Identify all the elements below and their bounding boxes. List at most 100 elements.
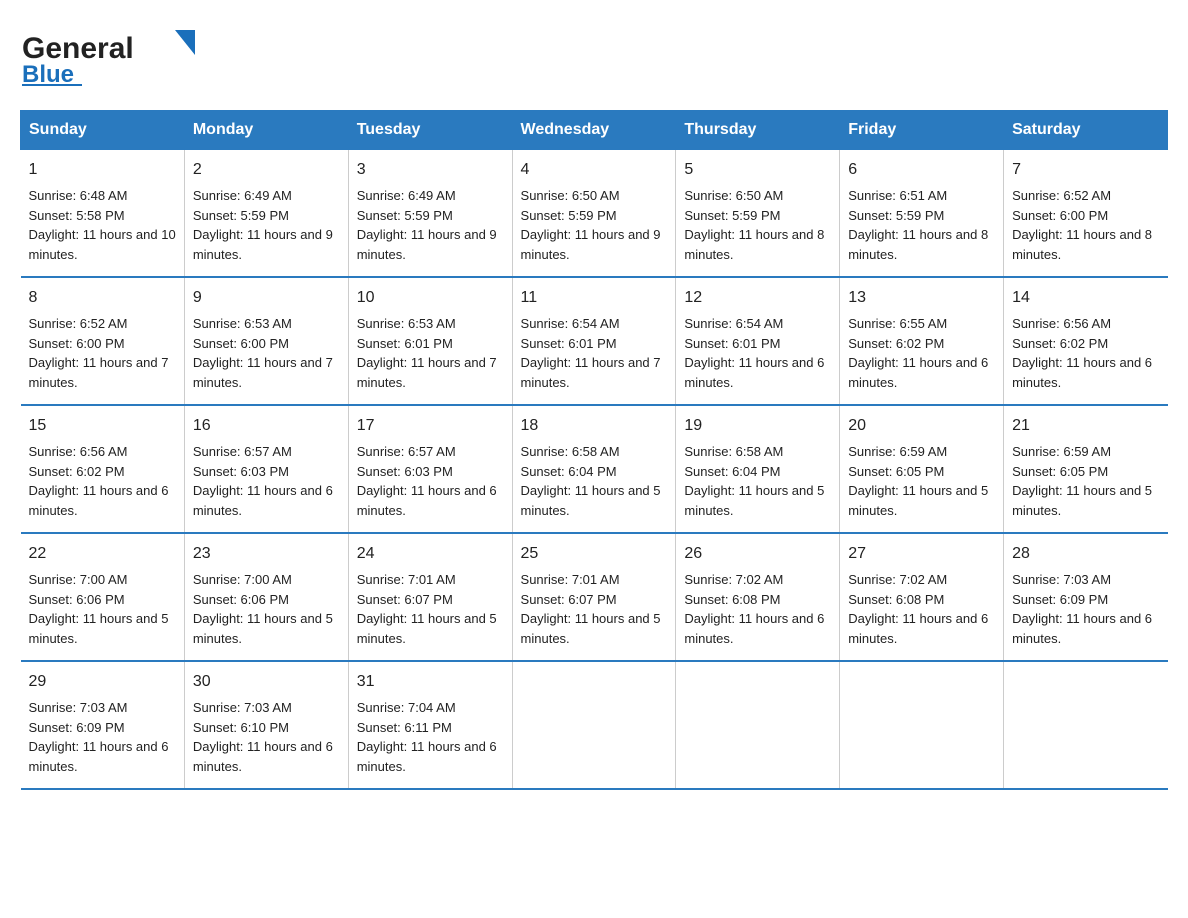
day-number: 24 [357, 542, 504, 566]
calendar-cell: 14 Sunrise: 6:56 AMSunset: 6:02 PMDaylig… [1004, 277, 1168, 405]
calendar-cell: 12 Sunrise: 6:54 AMSunset: 6:01 PMDaylig… [676, 277, 840, 405]
logo-svg: General Blue [20, 20, 200, 90]
day-info: Sunrise: 6:59 AMSunset: 6:05 PMDaylight:… [1012, 442, 1159, 520]
calendar-cell [676, 661, 840, 789]
calendar-cell [1004, 661, 1168, 789]
calendar-body: 1 Sunrise: 6:48 AMSunset: 5:58 PMDayligh… [21, 150, 1168, 790]
calendar-header: SundayMondayTuesdayWednesdayThursdayFrid… [21, 111, 1168, 150]
day-info: Sunrise: 7:01 AMSunset: 6:07 PMDaylight:… [521, 570, 668, 648]
day-number: 11 [521, 286, 668, 310]
day-number: 2 [193, 158, 340, 182]
day-info: Sunrise: 6:57 AMSunset: 6:03 PMDaylight:… [357, 442, 504, 520]
day-number: 4 [521, 158, 668, 182]
calendar-cell: 20 Sunrise: 6:59 AMSunset: 6:05 PMDaylig… [840, 405, 1004, 533]
calendar-cell: 10 Sunrise: 6:53 AMSunset: 6:01 PMDaylig… [348, 277, 512, 405]
calendar-cell: 6 Sunrise: 6:51 AMSunset: 5:59 PMDayligh… [840, 150, 1004, 278]
calendar-cell: 18 Sunrise: 6:58 AMSunset: 6:04 PMDaylig… [512, 405, 676, 533]
day-number: 5 [684, 158, 831, 182]
day-number: 3 [357, 158, 504, 182]
day-number: 25 [521, 542, 668, 566]
calendar-cell: 1 Sunrise: 6:48 AMSunset: 5:58 PMDayligh… [21, 150, 185, 278]
calendar-cell [512, 661, 676, 789]
day-info: Sunrise: 7:01 AMSunset: 6:07 PMDaylight:… [357, 570, 504, 648]
day-header-friday: Friday [840, 111, 1004, 150]
day-info: Sunrise: 7:02 AMSunset: 6:08 PMDaylight:… [848, 570, 995, 648]
day-info: Sunrise: 6:52 AMSunset: 6:00 PMDaylight:… [29, 314, 176, 392]
day-number: 9 [193, 286, 340, 310]
day-number: 29 [29, 670, 176, 694]
calendar-cell: 9 Sunrise: 6:53 AMSunset: 6:00 PMDayligh… [184, 277, 348, 405]
calendar-cell: 24 Sunrise: 7:01 AMSunset: 6:07 PMDaylig… [348, 533, 512, 661]
day-info: Sunrise: 7:02 AMSunset: 6:08 PMDaylight:… [684, 570, 831, 648]
day-info: Sunrise: 6:48 AMSunset: 5:58 PMDaylight:… [29, 186, 176, 264]
day-number: 10 [357, 286, 504, 310]
calendar-cell: 29 Sunrise: 7:03 AMSunset: 6:09 PMDaylig… [21, 661, 185, 789]
calendar-cell: 27 Sunrise: 7:02 AMSunset: 6:08 PMDaylig… [840, 533, 1004, 661]
day-info: Sunrise: 6:49 AMSunset: 5:59 PMDaylight:… [357, 186, 504, 264]
day-number: 16 [193, 414, 340, 438]
day-number: 12 [684, 286, 831, 310]
day-info: Sunrise: 6:56 AMSunset: 6:02 PMDaylight:… [29, 442, 176, 520]
day-number: 17 [357, 414, 504, 438]
calendar-cell: 31 Sunrise: 7:04 AMSunset: 6:11 PMDaylig… [348, 661, 512, 789]
day-number: 6 [848, 158, 995, 182]
week-row-5: 29 Sunrise: 7:03 AMSunset: 6:09 PMDaylig… [21, 661, 1168, 789]
day-info: Sunrise: 6:56 AMSunset: 6:02 PMDaylight:… [1012, 314, 1159, 392]
day-number: 27 [848, 542, 995, 566]
week-row-2: 8 Sunrise: 6:52 AMSunset: 6:00 PMDayligh… [21, 277, 1168, 405]
day-number: 15 [29, 414, 176, 438]
svg-text:Blue: Blue [22, 61, 74, 88]
calendar-cell: 15 Sunrise: 6:56 AMSunset: 6:02 PMDaylig… [21, 405, 185, 533]
day-info: Sunrise: 6:53 AMSunset: 6:00 PMDaylight:… [193, 314, 340, 392]
day-header-monday: Monday [184, 111, 348, 150]
calendar-cell [840, 661, 1004, 789]
calendar-cell: 23 Sunrise: 7:00 AMSunset: 6:06 PMDaylig… [184, 533, 348, 661]
calendar-cell: 17 Sunrise: 6:57 AMSunset: 6:03 PMDaylig… [348, 405, 512, 533]
day-header-thursday: Thursday [676, 111, 840, 150]
calendar-cell: 8 Sunrise: 6:52 AMSunset: 6:00 PMDayligh… [21, 277, 185, 405]
calendar-cell: 28 Sunrise: 7:03 AMSunset: 6:09 PMDaylig… [1004, 533, 1168, 661]
calendar-cell: 7 Sunrise: 6:52 AMSunset: 6:00 PMDayligh… [1004, 150, 1168, 278]
day-number: 20 [848, 414, 995, 438]
day-info: Sunrise: 7:04 AMSunset: 6:11 PMDaylight:… [357, 698, 504, 776]
day-info: Sunrise: 6:53 AMSunset: 6:01 PMDaylight:… [357, 314, 504, 392]
day-info: Sunrise: 6:55 AMSunset: 6:02 PMDaylight:… [848, 314, 995, 392]
day-header-wednesday: Wednesday [512, 111, 676, 150]
day-info: Sunrise: 6:54 AMSunset: 6:01 PMDaylight:… [684, 314, 831, 392]
day-info: Sunrise: 6:49 AMSunset: 5:59 PMDaylight:… [193, 186, 340, 264]
day-header-saturday: Saturday [1004, 111, 1168, 150]
day-number: 19 [684, 414, 831, 438]
day-number: 30 [193, 670, 340, 694]
day-info: Sunrise: 6:50 AMSunset: 5:59 PMDaylight:… [521, 186, 668, 264]
day-info: Sunrise: 6:54 AMSunset: 6:01 PMDaylight:… [521, 314, 668, 392]
day-info: Sunrise: 6:50 AMSunset: 5:59 PMDaylight:… [684, 186, 831, 264]
day-info: Sunrise: 7:00 AMSunset: 6:06 PMDaylight:… [29, 570, 176, 648]
day-info: Sunrise: 7:00 AMSunset: 6:06 PMDaylight:… [193, 570, 340, 648]
calendar-table: SundayMondayTuesdayWednesdayThursdayFrid… [20, 110, 1168, 790]
calendar-cell: 19 Sunrise: 6:58 AMSunset: 6:04 PMDaylig… [676, 405, 840, 533]
day-number: 1 [29, 158, 176, 182]
day-number: 23 [193, 542, 340, 566]
days-header-row: SundayMondayTuesdayWednesdayThursdayFrid… [21, 111, 1168, 150]
calendar-cell: 30 Sunrise: 7:03 AMSunset: 6:10 PMDaylig… [184, 661, 348, 789]
day-number: 18 [521, 414, 668, 438]
day-number: 8 [29, 286, 176, 310]
week-row-1: 1 Sunrise: 6:48 AMSunset: 5:58 PMDayligh… [21, 150, 1168, 278]
calendar-cell: 25 Sunrise: 7:01 AMSunset: 6:07 PMDaylig… [512, 533, 676, 661]
day-info: Sunrise: 7:03 AMSunset: 6:09 PMDaylight:… [29, 698, 176, 776]
calendar-cell: 22 Sunrise: 7:00 AMSunset: 6:06 PMDaylig… [21, 533, 185, 661]
week-row-3: 15 Sunrise: 6:56 AMSunset: 6:02 PMDaylig… [21, 405, 1168, 533]
day-number: 7 [1012, 158, 1159, 182]
day-info: Sunrise: 7:03 AMSunset: 6:10 PMDaylight:… [193, 698, 340, 776]
day-info: Sunrise: 6:58 AMSunset: 6:04 PMDaylight:… [684, 442, 831, 520]
day-number: 26 [684, 542, 831, 566]
day-number: 14 [1012, 286, 1159, 310]
calendar-cell: 26 Sunrise: 7:02 AMSunset: 6:08 PMDaylig… [676, 533, 840, 661]
day-number: 21 [1012, 414, 1159, 438]
calendar-cell: 11 Sunrise: 6:54 AMSunset: 6:01 PMDaylig… [512, 277, 676, 405]
day-info: Sunrise: 7:03 AMSunset: 6:09 PMDaylight:… [1012, 570, 1159, 648]
day-info: Sunrise: 6:51 AMSunset: 5:59 PMDaylight:… [848, 186, 995, 264]
day-number: 31 [357, 670, 504, 694]
day-info: Sunrise: 6:58 AMSunset: 6:04 PMDaylight:… [521, 442, 668, 520]
week-row-4: 22 Sunrise: 7:00 AMSunset: 6:06 PMDaylig… [21, 533, 1168, 661]
